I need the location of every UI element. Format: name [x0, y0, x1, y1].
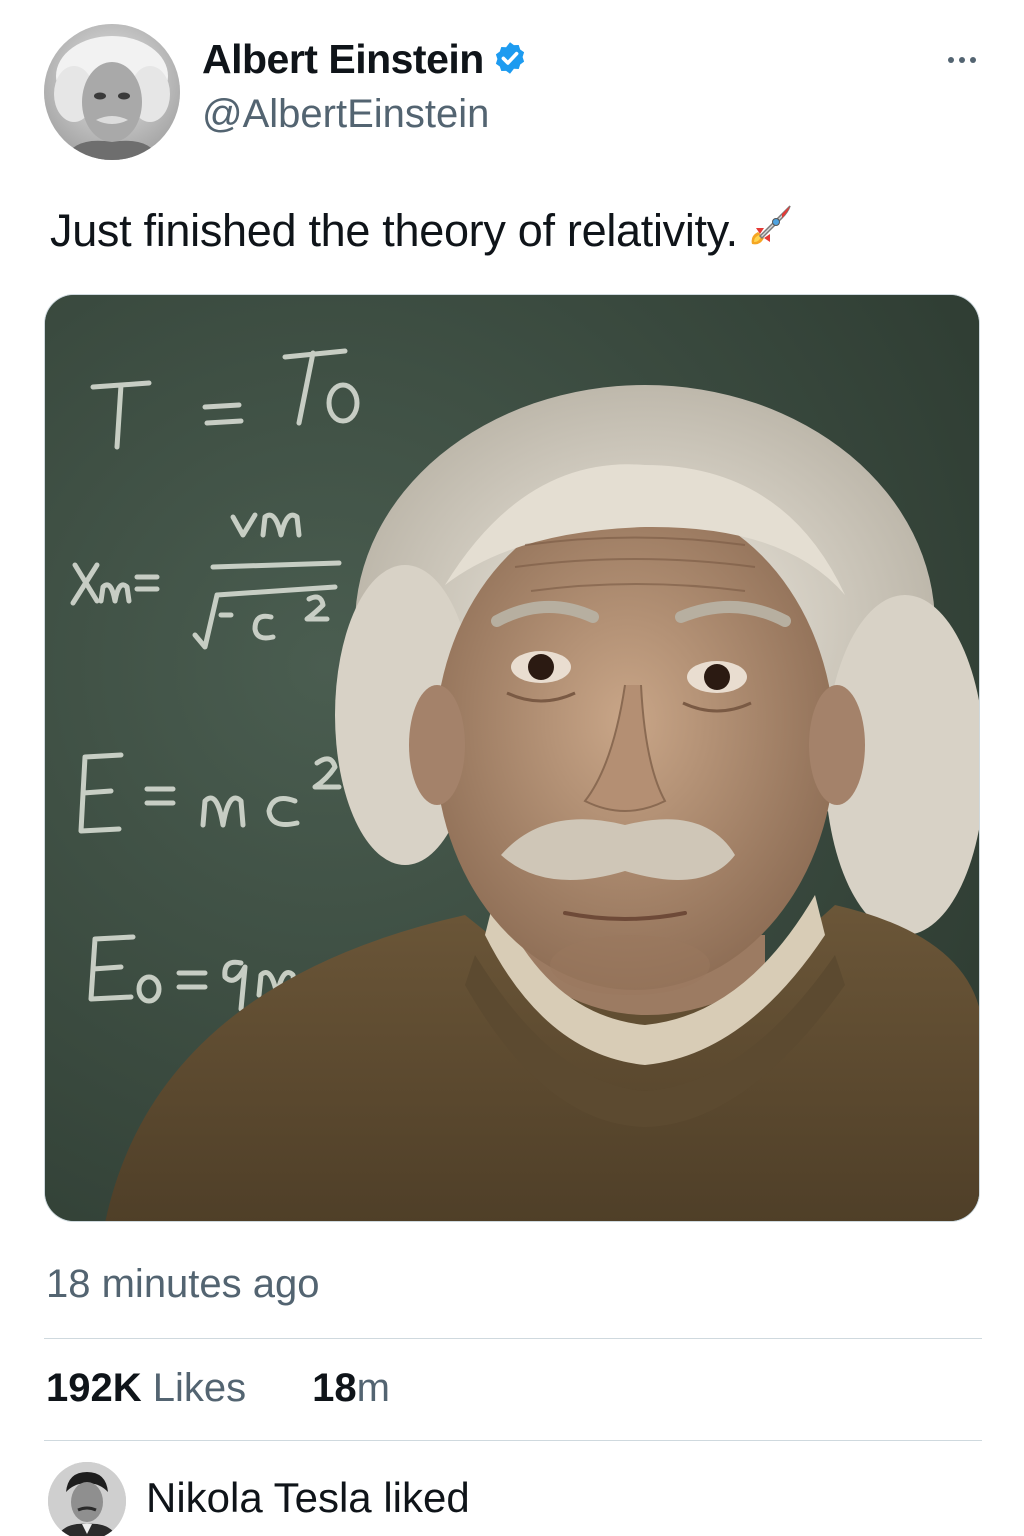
more-options-button[interactable]: [940, 44, 984, 76]
verified-badge-icon: [495, 42, 525, 74]
author-display-name[interactable]: Albert Einstein: [202, 36, 484, 83]
liker-avatar[interactable]: [48, 1462, 126, 1536]
rocket-icon: [751, 205, 791, 245]
einstein-chalkboard-photo: [45, 295, 979, 1221]
more-dot-icon: [948, 57, 954, 63]
liker-avatar-image: [48, 1462, 126, 1536]
tweet-detail-view: Albert Einstein @AlbertEinstein Just fin…: [0, 0, 1024, 1536]
author-handle[interactable]: @AlbertEinstein: [202, 92, 489, 137]
liker-activity-text[interactable]: Nikola Tesla liked: [146, 1474, 470, 1522]
likes-count: 192K: [46, 1366, 142, 1410]
author-avatar[interactable]: [44, 24, 180, 160]
tweet-media-image[interactable]: [44, 294, 980, 1222]
tweet-text: Just finished the theory of relativity.: [50, 202, 794, 257]
secondary-stat-value: 18: [312, 1366, 357, 1410]
secondary-stat[interactable]: 18m: [312, 1366, 390, 1411]
more-dot-icon: [970, 57, 976, 63]
divider: [44, 1338, 982, 1339]
tweet-text-content: Just finished the theory of relativity.: [50, 205, 738, 256]
more-dot-icon: [959, 57, 965, 63]
engagement-stats: 192K Likes 18m: [46, 1366, 390, 1411]
likes-label: Likes: [152, 1366, 247, 1410]
tweet-timestamp[interactable]: 18 minutes ago: [46, 1262, 320, 1307]
secondary-stat-unit: m: [356, 1366, 390, 1410]
divider: [44, 1440, 982, 1441]
likes-stat[interactable]: 192K Likes: [46, 1366, 246, 1411]
author-avatar-image: [44, 24, 180, 160]
